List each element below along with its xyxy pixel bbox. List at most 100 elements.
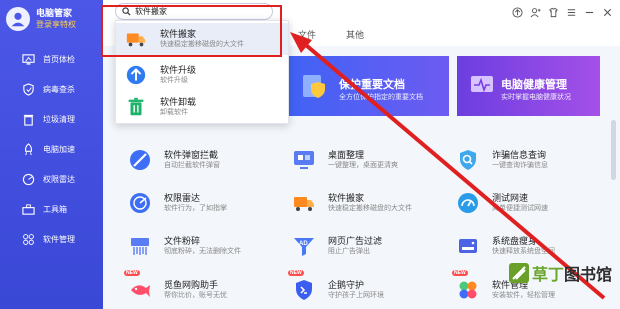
- suggestion-title: 软件升级: [160, 65, 197, 75]
- sidebar-item-software[interactable]: 软件管理: [0, 224, 103, 254]
- banner-subtitle: 全方位保护指定的重要文档: [339, 94, 423, 101]
- fraud-search-icon: [454, 146, 482, 174]
- watermark-logo-icon: [508, 263, 529, 283]
- login-link[interactable]: 登录享特权: [36, 19, 76, 31]
- tool-popup-block[interactable]: 软件弹窗拦截 自动拦截软件弹窗: [126, 140, 286, 180]
- avatar[interactable]: [6, 7, 30, 31]
- shield-icon: [22, 82, 35, 96]
- sidebar-item-label: 电脑加速: [43, 144, 75, 154]
- shopping-icon: NEW: [124, 270, 154, 304]
- tab-other[interactable]: 其他: [346, 28, 364, 41]
- radar-icon: [126, 189, 154, 217]
- watermark-text-1: 草丁: [531, 265, 564, 284]
- new-badge: NEW: [288, 270, 304, 276]
- scroll-thumb[interactable]: [611, 120, 616, 180]
- tool-software-move[interactable]: 软件搬家快速稳定搬移磁盘的大文件: [290, 183, 450, 223]
- sidebar-nav: 首页体检 病毒查杀 垃圾清理 电脑加速 权限雷达 工具箱 软件管理: [0, 44, 103, 254]
- tool-desc: 阻止广告弹出: [328, 248, 370, 255]
- tool-name: 文件粉碎: [164, 236, 201, 246]
- skin-icon[interactable]: [546, 5, 560, 19]
- rocket-icon: [22, 142, 35, 156]
- tool-speed-test[interactable]: 测试网速 简单便捷测试网速: [454, 183, 614, 223]
- truck-icon: [290, 189, 318, 217]
- tool-name: 系统盘瘦身: [492, 236, 538, 246]
- tool-name: 企鹅守护: [328, 280, 365, 290]
- tab-files[interactable]: 文件: [298, 28, 316, 41]
- sidebar-item-toolbox[interactable]: 工具箱: [0, 194, 103, 224]
- window-controls: [506, 5, 614, 19]
- uninstall-icon: [124, 95, 148, 119]
- tool-desc: 彻底粉碎，无法删除文件: [164, 248, 241, 255]
- disk-icon: [454, 232, 482, 260]
- document-shield-icon: [303, 75, 325, 98]
- banner-protect-docs[interactable]: 保护重要文档 全方位保护指定的重要文档: [284, 56, 449, 116]
- brand[interactable]: 电脑管家 登录享特权: [6, 7, 76, 31]
- tool-desc: 安装软件，轻松管理: [492, 292, 555, 299]
- annotation-highlight-box: [101, 5, 282, 57]
- suggestion-subtitle: 卸载软件: [160, 109, 188, 116]
- watermark: 草丁图书馆: [508, 261, 612, 285]
- desktop-icon: [290, 146, 318, 174]
- tool-permission-radar[interactable]: 权限雷达软件行为，了如指掌: [126, 183, 286, 223]
- banner-subtitle: 实时掌握电脑健康状况: [501, 94, 571, 101]
- tool-name: 权限雷达: [164, 193, 201, 203]
- shredder-icon: [126, 232, 154, 260]
- speed-icon: [454, 189, 482, 217]
- tool-desc: 快速释放系统盘空间: [492, 248, 555, 255]
- menu-icon[interactable]: [564, 5, 578, 19]
- user-add-icon[interactable]: [528, 5, 542, 19]
- tool-system-disk[interactable]: 系统盘瘦身快速释放系统盘空间: [454, 226, 614, 266]
- radar-icon: [22, 173, 35, 186]
- minimize-icon[interactable]: [582, 5, 596, 19]
- tool-desc: 一键整理，桌面更清爽: [328, 162, 398, 169]
- sidebar-item-label: 工具箱: [43, 204, 67, 214]
- tool-name: 软件搬家: [328, 193, 365, 203]
- tool-desc: 软件行为，了如指掌: [164, 205, 227, 212]
- sidebar-item-radar[interactable]: 权限雷达: [0, 164, 103, 194]
- sidebar-item-speedup[interactable]: 电脑加速: [0, 134, 103, 164]
- toolbox-icon: [22, 203, 35, 216]
- brand-title: 电脑管家: [36, 8, 73, 18]
- suggestion-software-uninstall[interactable]: 软件卸载 卸载软件: [116, 91, 288, 123]
- tool-name: 软件弹窗拦截: [164, 150, 219, 160]
- tool-desc: 快速稳定搬移磁盘的大文件: [328, 205, 412, 212]
- suggestion-title: 软件卸载: [160, 97, 197, 107]
- popup-block-icon: [126, 146, 154, 174]
- tool-shopping-assistant[interactable]: NEW 觅鱼网购助手 帮你比价，账号无忧: [124, 270, 286, 309]
- new-badge: NEW: [452, 270, 468, 276]
- sidebar-item-virus[interactable]: 病毒查杀: [0, 74, 103, 104]
- sidebar-item-home[interactable]: 首页体检: [0, 44, 103, 74]
- suggestion-subtitle: 软件升级: [160, 77, 188, 84]
- banner-title: 保护重要文档: [339, 79, 405, 91]
- apps-icon: [22, 233, 35, 246]
- new-badge: NEW: [124, 270, 140, 276]
- tool-desc: 一键查询诈骗信息: [492, 162, 548, 169]
- tool-penguin-guard[interactable]: NEW 企鹅守护守护孩子上网环境: [288, 270, 450, 309]
- svg-text:AD: AD: [299, 241, 308, 247]
- watermark-text-2: 图书馆: [563, 265, 612, 284]
- banner-health[interactable]: 电脑健康管理 实时掌握电脑健康状况: [457, 56, 600, 116]
- tool-desc: 帮你比价，账号无忧: [164, 292, 227, 299]
- sidebar-item-label: 权限雷达: [43, 174, 75, 184]
- tool-name: 诈骗信息查询: [492, 150, 547, 160]
- upgrade-icon: [124, 63, 148, 87]
- tool-name: 桌面整理: [328, 150, 365, 160]
- tool-file-shredder[interactable]: 文件粉碎彻底粉碎，无法删除文件: [126, 226, 286, 266]
- trash-icon: [22, 113, 35, 126]
- sidebar-item-clean[interactable]: 垃圾清理: [0, 104, 103, 134]
- monitor-icon: [22, 53, 35, 66]
- apps-icon: NEW: [452, 270, 482, 304]
- banner-title: 电脑健康管理: [501, 79, 567, 91]
- tool-fraud-search[interactable]: 诈骗信息查询 一键查询诈骗信息: [454, 140, 614, 180]
- suggestion-software-upgrade[interactable]: 软件升级 软件升级: [116, 59, 288, 91]
- guard-icon: NEW: [288, 270, 318, 304]
- tool-desc: 守护孩子上网环境: [328, 292, 384, 299]
- ad-filter-icon: AD: [290, 232, 318, 260]
- upload-icon[interactable]: [510, 5, 524, 19]
- tool-desc: 自动拦截软件弹窗: [164, 162, 220, 169]
- tool-desktop-organize[interactable]: 桌面整理一键整理，桌面更清爽: [290, 140, 450, 180]
- sidebar-item-label: 垃圾清理: [43, 114, 75, 124]
- tool-ad-filter[interactable]: AD 网页广告过滤 阻止广告弹出: [290, 226, 450, 266]
- close-icon[interactable]: [600, 5, 614, 19]
- sidebar-item-label: 病毒查杀: [43, 84, 75, 94]
